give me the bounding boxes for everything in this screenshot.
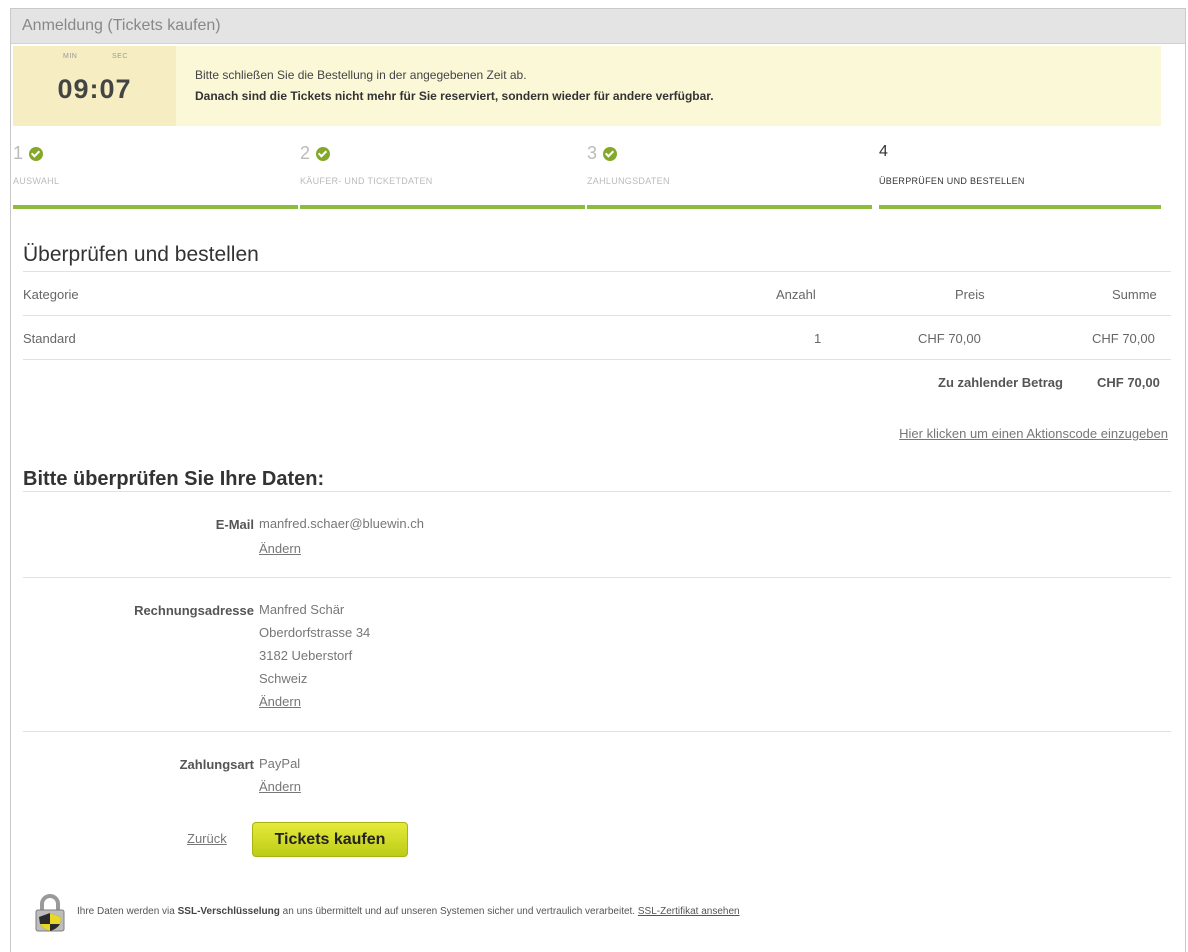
divider: [23, 359, 1171, 360]
notice-text: Bitte schließen Sie die Bestellung in de…: [195, 68, 527, 82]
billing-address-line: Manfred Schär: [259, 602, 345, 617]
cell-price: CHF 70,00: [918, 331, 981, 346]
buy-tickets-button[interactable]: Tickets kaufen: [252, 822, 408, 857]
payment-method-value: PayPal: [259, 756, 301, 771]
divider: [23, 271, 1171, 272]
email-label: E-Mail: [215, 517, 254, 532]
billing-address-line: Schweiz: [259, 671, 308, 686]
total-value: CHF 70,00: [1097, 375, 1160, 390]
timer-min-label: MIN: [63, 53, 78, 60]
step-label: ZAHLUNGSDATEN: [587, 176, 670, 186]
billing-address-line: Oberdorfstrasse 34: [259, 625, 371, 640]
divider: [23, 577, 1171, 578]
divider: [23, 315, 1171, 316]
check-icon: [316, 147, 330, 161]
divider: [23, 491, 1171, 492]
step-label: KÄUFER- UND TICKETDATEN: [300, 176, 433, 186]
step-number: 4: [879, 143, 888, 160]
change-address-link[interactable]: Ändern: [259, 694, 301, 709]
step-3: 3 ZAHLUNGSDATEN: [587, 143, 874, 213]
dialog-title: Anmeldung (Tickets kaufen): [11, 9, 1185, 44]
step-number: 2: [300, 143, 311, 163]
step-progress-bar: [587, 205, 872, 209]
reservation-notice: MIN SEC 09:07 Bitte schließen Sie die Be…: [13, 46, 1161, 126]
step-label: ÜBERPRÜFEN UND BESTELLEN: [879, 176, 1025, 186]
billing-address-line: 3182 Ueberstorf: [259, 648, 353, 663]
change-payment-link[interactable]: Ändern: [259, 779, 301, 794]
ssl-text-bold: SSL-Verschlüsselung: [177, 906, 280, 917]
billing-address-label: Rechnungsadresse: [134, 603, 254, 618]
step-number: 1: [13, 143, 24, 163]
step-number: 3: [587, 143, 598, 163]
ssl-text-suffix: an uns übermittelt und auf unseren Syste…: [282, 906, 636, 917]
change-email-link[interactable]: Ändern: [259, 541, 301, 556]
ssl-certificate-link[interactable]: SSL-Zertifikat ansehen: [638, 906, 740, 917]
cell-category: Standard: [23, 331, 76, 346]
step-progress-bar: [300, 205, 585, 209]
review-title: Überprüfen und bestellen: [23, 243, 259, 266]
ssl-text-prefix: Ihre Daten werden via: [77, 906, 175, 917]
step-label: AUSWAHL: [13, 176, 60, 186]
check-icon: [29, 147, 43, 161]
column-header-price: Preis: [955, 287, 985, 302]
countdown-timer: MIN SEC 09:07: [13, 46, 176, 126]
step-4: 4 ÜBERPRÜFEN UND BESTELLEN: [879, 143, 1161, 213]
checkout-steps: 1 AUSWAHL 2 KÄUFER- UND TICKETDATEN 3 ZA…: [13, 143, 1161, 213]
data-check-title: Bitte überprüfen Sie Ihre Daten:: [23, 468, 325, 490]
column-header-sum: Summe: [1112, 287, 1157, 302]
step-progress-bar: [879, 205, 1161, 209]
column-header-quantity: Anzahl: [776, 287, 816, 302]
check-icon: [603, 147, 617, 161]
step-2: 2 KÄUFER- UND TICKETDATEN: [300, 143, 587, 213]
back-link[interactable]: Zurück: [187, 831, 227, 846]
lock-icon: [35, 894, 65, 932]
cell-quantity: 1: [814, 331, 822, 346]
cell-sum: CHF 70,00: [1092, 331, 1155, 346]
timer-sec-label: SEC: [112, 53, 128, 60]
column-header-category: Kategorie: [23, 287, 79, 302]
email-value: manfred.schaer@bluewin.ch: [259, 516, 424, 531]
payment-method-label: Zahlungsart: [179, 757, 254, 772]
notice-warning: Danach sind die Tickets nicht mehr für S…: [195, 89, 714, 103]
step-progress-bar: [13, 205, 298, 209]
promo-code-link[interactable]: Hier klicken um einen Aktionscode einzug…: [899, 426, 1168, 441]
timer-value: 09:07: [57, 74, 132, 104]
ssl-notice: Ihre Daten werden via SSL-Verschlüsselun…: [77, 906, 740, 917]
divider: [23, 731, 1171, 732]
step-1: 1 AUSWAHL: [13, 143, 300, 213]
total-label: Zu zahlender Betrag: [938, 375, 1063, 390]
